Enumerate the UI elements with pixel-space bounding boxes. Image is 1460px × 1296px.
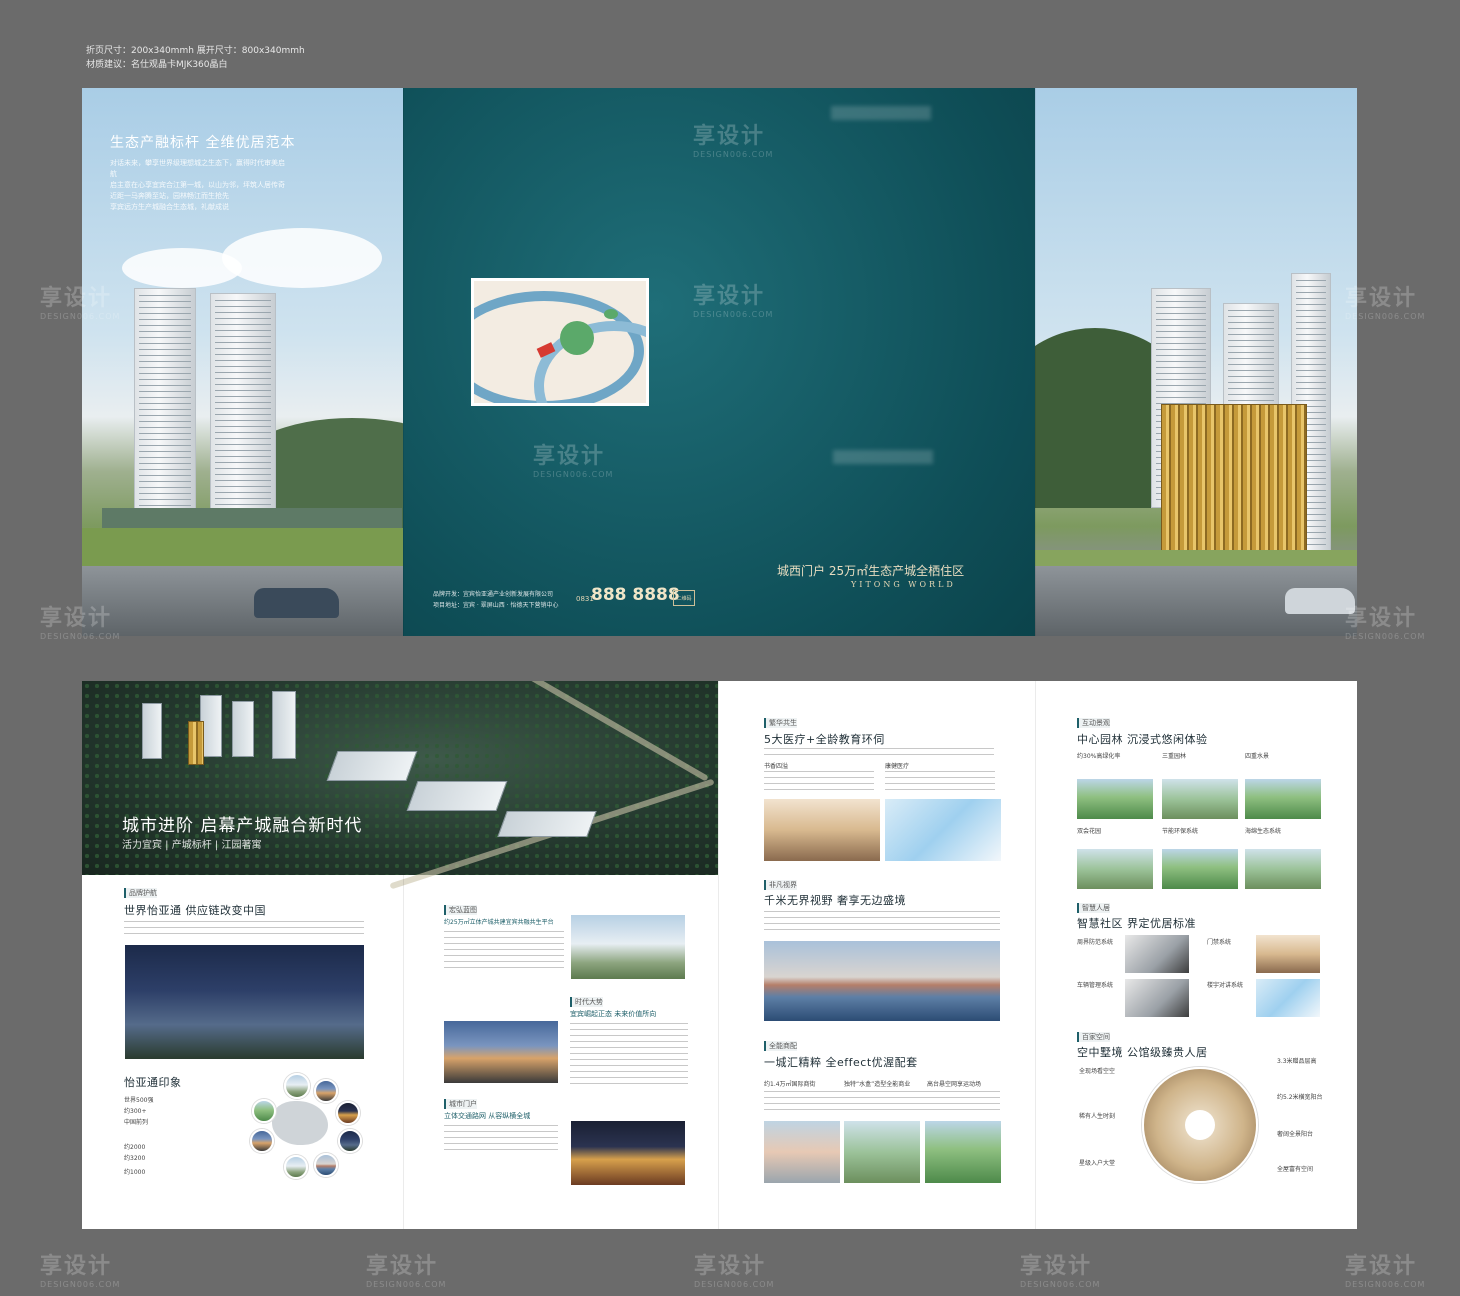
watermark: 享设计 DESIGN006.COM — [693, 124, 774, 159]
garden-title: 中心园林 沉浸式悠闲体验 — [1077, 733, 1208, 746]
industry-tag: 宏弘蓝图 — [444, 905, 477, 915]
edu-sub-left: 书香四溢 — [764, 763, 789, 770]
classroom-photo — [764, 799, 880, 861]
hero-subtitle: 活力宜宾 | 产城标杆 | 江园著寓 — [122, 840, 262, 851]
spec-size: 折页尺寸：200x340mmh 展开尺寸：800x340mmh — [86, 46, 305, 56]
smart-tag: 智慧人居 — [1077, 903, 1110, 913]
watermark: 享设计 DESIGN006.COM — [694, 1254, 775, 1289]
brand-tag: 品牌护航 — [124, 888, 157, 898]
watermark: 享设计 DESIGN006.COM — [366, 1254, 447, 1289]
smart-title: 智慧社区 界定优居标准 — [1077, 917, 1196, 930]
mall-photo — [764, 1121, 840, 1183]
inner-sheet: 城市进阶 启幕产城融合新时代 活力宜宾 | 产城标杆 | 江园著寓 品牌护航 世… — [82, 681, 1357, 1229]
developer-info: 品牌开发：宜宾怡亚通产业创新发展有限公司 项目地址：宜宾 · 翠屏山西 · 怡德… — [433, 591, 559, 609]
intro-text: 对话未来，攀享世界级理想城之生态下，赢得时代审美启航 启主意在心享宜宾合江第一城… — [110, 159, 285, 211]
city-photo — [444, 1021, 558, 1083]
watermark: 享设计 DESIGN006.COM — [1345, 1254, 1426, 1289]
industry-photo — [571, 915, 685, 979]
industry-title: 约25万㎡立体产城共建宜宾共融共生平台 — [444, 919, 554, 926]
plaza-photo — [925, 1121, 1001, 1183]
era-title: 宜宾崛起正态 未来价值所向 — [570, 1010, 657, 1018]
hero-title: 城市进阶 启幕产城融合新时代 — [122, 816, 363, 836]
cover-slogan: 城西门户 25万㎡生态产城全栖住区 — [777, 564, 965, 578]
night-photo — [125, 945, 364, 1059]
watermark: 享设计 DESIGN006.COM — [40, 606, 121, 641]
car — [254, 588, 339, 618]
gate-tag: 城市门户 — [444, 1099, 477, 1109]
headline: 生态产融标杆 全维优居范本 — [110, 135, 296, 151]
watermark: 享设计 DESIGN006.COM — [533, 444, 614, 479]
cover-slogan-en: YITONG WORLD — [851, 580, 956, 589]
print-spec: 折页尺寸：200x340mmh 展开尺寸：800x340mmh 材质建议：名仕观… — [86, 44, 305, 72]
view-tag: 非凡视界 — [764, 880, 797, 890]
watermark: 享设计 DESIGN006.COM — [40, 286, 121, 321]
watermark: 享设计 DESIGN006.COM — [1345, 606, 1426, 641]
garden-tag: 互动景观 — [1077, 718, 1110, 728]
era-tag: 时代大势 — [570, 997, 603, 1007]
aerial-hero: 城市进阶 启幕产城融合新时代 活力宜宾 | 产城标杆 | 江园著寓 — [82, 681, 718, 890]
panel-left-towers: 生态产融标杆 全维优居范本 对话未来，攀享世界级理想城之生态下，赢得时代审美启航… — [82, 88, 403, 636]
water-photo — [844, 1121, 920, 1183]
gold-sales-center — [1161, 404, 1307, 552]
edu-sub-right: 康健医疗 — [885, 763, 910, 770]
skyline-photo — [764, 941, 1000, 1021]
mall-tag: 全能商配 — [764, 1041, 797, 1051]
sky-tag: 百家空间 — [1077, 1032, 1110, 1042]
gate-title: 立体交通路网 从容纵横全城 — [444, 1112, 531, 1120]
watermark: 享设计 DESIGN006.COM — [40, 1254, 121, 1289]
edu-tag: 繁华共生 — [764, 718, 797, 728]
tower-2 — [210, 293, 276, 533]
hotline-number: 888 8888 — [591, 585, 680, 605]
cover-panel: 城西门户 25万㎡生态产城全栖住区 YITONG WORLD 品牌开发：宜宾怡亚… — [403, 88, 1035, 636]
impression-title: 怡亚通印象 — [124, 1076, 182, 1089]
location-map — [471, 278, 649, 406]
panel-right-gold-building — [1035, 88, 1357, 636]
sky-title: 空中墅境 公馆级臻贵人居 — [1077, 1046, 1208, 1059]
traffic-photo — [571, 1121, 685, 1185]
brand-title: 世界怡亚通 供应链改变中国 — [124, 904, 266, 917]
qr-code: 二维码 — [673, 590, 695, 606]
watermark: 享设计 DESIGN006.COM — [1020, 1254, 1101, 1289]
medical-photo — [885, 799, 1001, 861]
watermark: 享设计 DESIGN006.COM — [1345, 286, 1426, 321]
watermark: 享设计 DESIGN006.COM — [693, 284, 774, 319]
spec-material: 材质建议：名仕观晶卡MJK360晶白 — [86, 60, 228, 70]
mall-title: 一城汇精粹 全effect优渥配套 — [764, 1056, 918, 1069]
outer-sheet: 生态产融标杆 全维优居范本 对话未来，攀享世界级理想城之生态下，赢得时代审美启航… — [82, 88, 1357, 636]
china-map — [272, 1101, 328, 1145]
view-title: 千米无界视野 奢享无边盛境 — [764, 894, 906, 907]
edu-title: 5大医疗+全龄教育环伺 — [764, 733, 885, 746]
